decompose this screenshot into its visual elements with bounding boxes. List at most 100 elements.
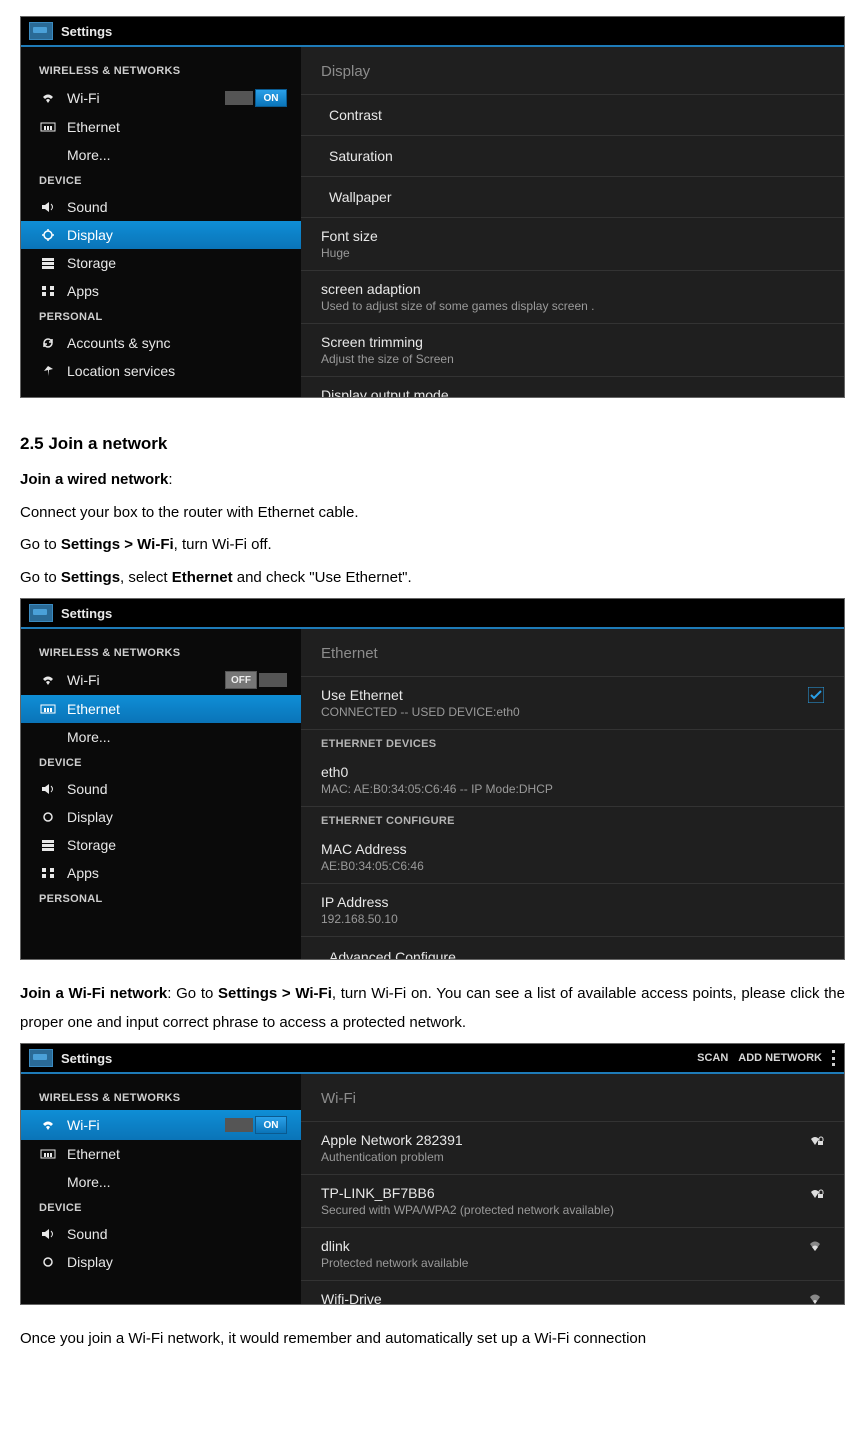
row-eth0[interactable]: eth0 MAC: AE:B0:34:05:C6:46 -- IP Mode:D… — [301, 754, 844, 807]
doc-wired-title: Join a wired network — [20, 471, 168, 488]
sidebar-item-display[interactable]: Display — [21, 1248, 301, 1276]
sidebar-item-wifi[interactable]: Wi-Fi OFF — [21, 665, 301, 695]
sidebar-item-wifi[interactable]: Wi-Fi ON — [21, 1110, 301, 1140]
network-status: Secured with WPA/WPA2 (protected network… — [321, 1203, 806, 1217]
row-wifi-network[interactable]: Wifi-Drive Protected network available — [301, 1281, 844, 1305]
sidebar-item-more[interactable]: More... — [21, 723, 301, 751]
wifi-toggle[interactable]: ON — [225, 1116, 287, 1134]
scan-button[interactable]: SCAN — [697, 1052, 728, 1064]
sidebar-item-more[interactable]: More... — [21, 1168, 301, 1196]
sidebar-item-label: Ethernet — [67, 701, 287, 717]
row-wifi-network[interactable]: Apple Network 282391 Authentication prob… — [301, 1122, 844, 1175]
row-label: screen adaption — [321, 281, 824, 297]
doc-text-bold: Settings > Wi-Fi — [61, 536, 174, 553]
display-icon — [39, 1255, 57, 1269]
settings-content-panel: Ethernet Use Ethernet CONNECTED -- USED … — [301, 629, 844, 960]
sidebar-item-wifi[interactable]: Wi-Fi ON — [21, 83, 301, 113]
screenshot-ethernet-settings: Settings WIRELESS & NETWORKS Wi-Fi OFF — [20, 598, 845, 960]
overflow-menu-icon[interactable] — [832, 1050, 836, 1066]
doc-text: , turn Wi-Fi off. — [174, 536, 272, 553]
settings-app-icon — [29, 604, 53, 622]
settings-sidebar: WIRELESS & NETWORKS Wi-Fi OFF — [21, 629, 301, 960]
wifi-toggle[interactable]: ON — [225, 89, 287, 107]
settings-content-panel: Display Contrast Saturation Wallpaper Fo… — [301, 47, 844, 398]
sound-icon — [39, 200, 57, 214]
settings-sidebar: WIRELESS & NETWORKS Wi-Fi ON — [21, 47, 301, 398]
toggle-knob-on: ON — [255, 1116, 287, 1134]
sidebar-item-label: Ethernet — [67, 1146, 287, 1162]
row-contrast[interactable]: Contrast — [301, 95, 844, 136]
toggle-track — [259, 673, 287, 687]
doc-heading: 2.5 Join a network — [20, 434, 845, 454]
row-display-output-mode[interactable]: Display output mode Display output mode — [301, 377, 844, 398]
sidebar-item-display[interactable]: Display — [21, 221, 301, 249]
wifi-toggle[interactable]: OFF — [225, 671, 287, 689]
wifi-signal-locked-icon — [806, 1132, 824, 1146]
row-screen-adaption[interactable]: screen adaption Used to adjust size of s… — [301, 271, 844, 324]
sidebar-section-device: DEVICE — [21, 751, 301, 775]
add-network-button[interactable]: ADD NETWORK — [738, 1052, 822, 1064]
sidebar-item-sound[interactable]: Sound — [21, 775, 301, 803]
sidebar-item-location[interactable]: Location services — [21, 357, 301, 385]
row-sublabel: Huge — [321, 246, 824, 260]
row-font-size[interactable]: Font size Huge — [301, 218, 844, 271]
sidebar-item-apps[interactable]: Apps — [21, 859, 301, 887]
doc-footer-line: Once you join a Wi-Fi network, it would … — [20, 1325, 845, 1354]
row-wallpaper[interactable]: Wallpaper — [301, 177, 844, 218]
sidebar-section-wireless: WIRELESS & NETWORKS — [21, 641, 301, 665]
sidebar-item-storage[interactable]: Storage — [21, 249, 301, 277]
panel-title: Wi-Fi — [301, 1074, 844, 1122]
wifi-icon — [39, 673, 57, 687]
checkbox-checked-icon[interactable] — [808, 687, 824, 703]
blank-icon — [39, 730, 57, 744]
sound-icon — [39, 782, 57, 796]
window-title: Settings — [61, 1051, 112, 1066]
row-mac-address[interactable]: MAC Address AE:B0:34:05:C6:46 — [301, 831, 844, 884]
sidebar-item-ethernet[interactable]: Ethernet — [21, 695, 301, 723]
apps-icon — [39, 284, 57, 298]
sidebar-item-label: Wi-Fi — [67, 90, 225, 106]
row-use-ethernet[interactable]: Use Ethernet CONNECTED -- USED DEVICE:et… — [301, 677, 844, 730]
sync-icon — [39, 336, 57, 350]
blank-icon — [39, 148, 57, 162]
sidebar-item-display[interactable]: Display — [21, 803, 301, 831]
panel-section-ethernet-devices: ETHERNET DEVICES — [301, 730, 844, 754]
doc-wifi-paragraph: Join a Wi-Fi network: Go to Settings > W… — [20, 980, 845, 1037]
wifi-icon — [39, 1118, 57, 1132]
sidebar-item-ethernet[interactable]: Ethernet — [21, 1140, 301, 1168]
sidebar-item-label: Storage — [67, 837, 287, 853]
sidebar-item-label: Storage — [67, 255, 287, 271]
window-title: Settings — [61, 24, 112, 39]
wifi-signal-icon — [806, 1291, 824, 1305]
wifi-signal-locked-icon — [806, 1185, 824, 1199]
network-name: dlink — [321, 1238, 806, 1254]
row-screen-trimming[interactable]: Screen trimming Adjust the size of Scree… — [301, 324, 844, 377]
sidebar-item-storage[interactable]: Storage — [21, 831, 301, 859]
sidebar-item-apps[interactable]: Apps — [21, 277, 301, 305]
row-label: Screen trimming — [321, 334, 824, 350]
sidebar-item-accounts[interactable]: Accounts & sync — [21, 329, 301, 357]
toggle-knob-on: ON — [255, 89, 287, 107]
sidebar-item-label: More... — [67, 729, 287, 745]
sidebar-item-sound[interactable]: Sound — [21, 1220, 301, 1248]
settings-app-icon — [29, 22, 53, 40]
row-saturation[interactable]: Saturation — [301, 136, 844, 177]
row-sublabel: CONNECTED -- USED DEVICE:eth0 — [321, 705, 800, 719]
sidebar-item-ethernet[interactable]: Ethernet — [21, 113, 301, 141]
network-name: Apple Network 282391 — [321, 1132, 806, 1148]
toggle-track — [225, 1118, 253, 1132]
sidebar-item-label: Apps — [67, 283, 287, 299]
row-wifi-network[interactable]: dlink Protected network available — [301, 1228, 844, 1281]
row-wifi-network[interactable]: TP-LINK_BF7BB6 Secured with WPA/WPA2 (pr… — [301, 1175, 844, 1228]
sidebar-item-label: Sound — [67, 781, 287, 797]
ethernet-icon — [39, 120, 57, 134]
sidebar-item-label: More... — [67, 1174, 287, 1190]
network-name: Wifi-Drive — [321, 1291, 806, 1305]
sidebar-item-more[interactable]: More... — [21, 141, 301, 169]
sidebar-item-label: Sound — [67, 1226, 287, 1242]
network-status: Authentication problem — [321, 1150, 806, 1164]
row-advanced-configure[interactable]: Advanced Configure — [301, 937, 844, 960]
row-ip-address[interactable]: IP Address 192.168.50.10 — [301, 884, 844, 937]
panel-title: Display — [301, 47, 844, 95]
sidebar-item-sound[interactable]: Sound — [21, 193, 301, 221]
